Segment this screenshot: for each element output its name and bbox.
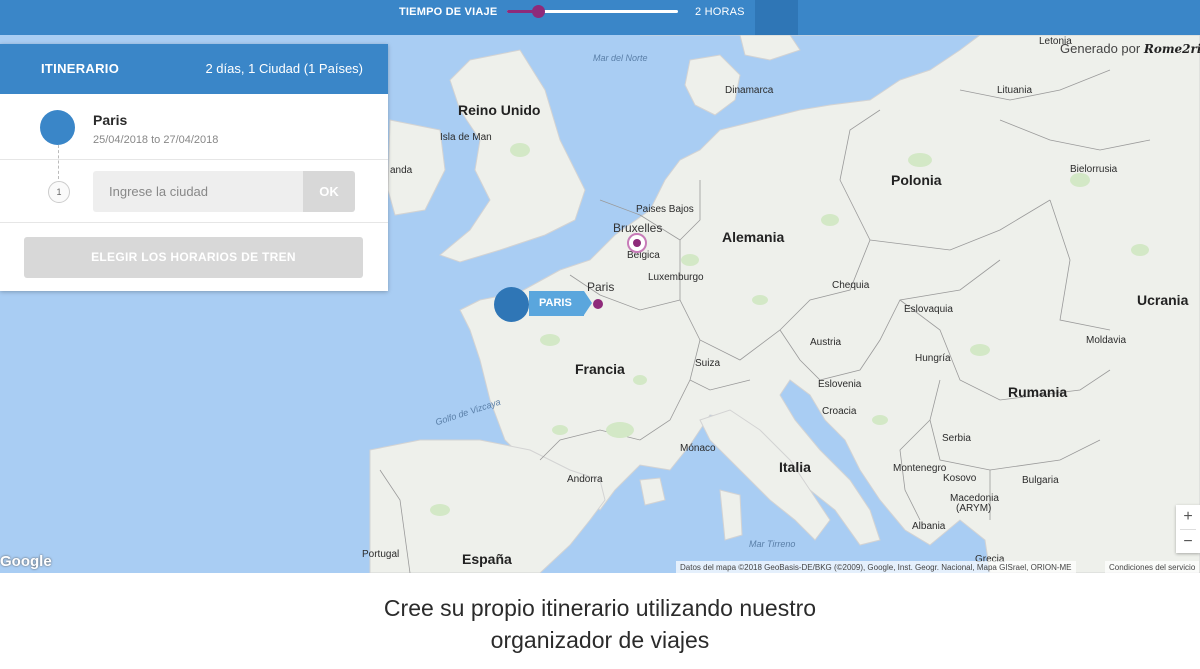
divider — [0, 159, 388, 160]
itinerary-title: ITINERARIO — [41, 61, 120, 76]
map-label: Reino Unido — [458, 102, 541, 118]
map-label: Alemania — [722, 229, 785, 245]
city-input[interactable] — [93, 171, 304, 212]
map-label: Eslovenia — [818, 379, 862, 390]
tagline-line2: organizador de viajes — [490, 627, 710, 653]
map-label: Paises Bajos — [636, 204, 694, 215]
map-label: Albania — [912, 521, 946, 532]
map-label: Mar Tirreno — [749, 539, 796, 549]
map-attribution: Datos del mapa ©2018 GeoBasis-DE/BKG (©2… — [676, 561, 1076, 573]
map-label: Luxemburgo — [648, 272, 704, 283]
map-label: Kosovo — [943, 473, 977, 484]
divider — [0, 222, 388, 223]
map-label: Austria — [810, 337, 842, 348]
map-label: Bulgaria — [1022, 475, 1059, 486]
map-label: Mar del Norte — [593, 53, 648, 63]
map-label: Dinamarca — [725, 85, 774, 96]
map-label: Andorra — [567, 474, 603, 485]
step-number: 1 — [48, 181, 70, 203]
map-label: Rumania — [1008, 384, 1068, 400]
itinerary-summary: 2 días, 1 Ciudad (1 Países) — [205, 61, 363, 76]
travel-time-slider[interactable] — [507, 5, 678, 18]
ok-button[interactable]: OK — [303, 171, 355, 212]
map-label: Lituania — [997, 85, 1033, 96]
city-dates: 25/04/2018 to 27/04/2018 — [93, 134, 219, 146]
travel-time-value: 2 HORAS — [695, 6, 745, 18]
travel-time-label: TIEMPO DE VIAJE — [399, 6, 498, 18]
map-label: Ucrania — [1137, 292, 1189, 308]
rome2rio-logo[interactable]: Rome2rio — [1144, 42, 1200, 56]
tagline-line1: Cree su propio itinerario utilizando nue… — [383, 595, 817, 621]
map-label: Polonia — [891, 172, 942, 188]
zoom-control: + − — [1176, 505, 1200, 553]
terms-link[interactable]: Condiciones del servicio — [1105, 561, 1200, 573]
map-label: Moldavia — [1086, 335, 1127, 346]
map-label: Italia — [779, 459, 811, 475]
itinerary-panel: ITINERARIO 2 días, 1 Ciudad (1 Países) P… — [0, 44, 388, 291]
generated-by: Generado por Rome2rio — [1060, 41, 1200, 56]
city-name[interactable]: Paris — [93, 112, 127, 128]
map-label: Francia — [575, 361, 625, 377]
map-label: Mónaco — [680, 443, 716, 454]
paris-city-dot[interactable] — [593, 299, 603, 309]
map-label: Serbia — [942, 433, 971, 444]
bruxelles-marker-dot — [633, 239, 641, 247]
paris-marker[interactable] — [494, 287, 529, 322]
timeline-connector — [58, 145, 59, 179]
map-label: Chequia — [832, 280, 870, 291]
generated-by-text: Generado por — [1060, 41, 1141, 56]
top-bar: TIEMPO DE VIAJE 2 HORAS — [0, 0, 1200, 35]
topbar-tab[interactable] — [755, 0, 798, 35]
map-label: Suiza — [695, 358, 721, 369]
map-label: Eslovaquia — [904, 304, 953, 315]
map-label: (ARYM) — [956, 503, 992, 514]
city-stop-icon — [40, 110, 75, 145]
map-label: Montenegro — [893, 463, 947, 474]
zoom-out-button[interactable]: − — [1176, 530, 1200, 554]
google-logo[interactable]: Google — [0, 553, 52, 570]
map-label: Croacia — [822, 406, 857, 417]
map-label: Bielorrusia — [1070, 164, 1118, 175]
map-label: Portugal — [362, 549, 400, 560]
map-label: Isla de Man — [440, 132, 492, 143]
itinerary-header: ITINERARIO 2 días, 1 Ciudad (1 Países) — [0, 44, 388, 94]
map-label: anda — [390, 165, 413, 176]
train-schedules-button[interactable]: ELEGIR LOS HORARIOS DE TREN — [24, 237, 363, 278]
paris-marker-label[interactable]: PARIS — [529, 291, 592, 316]
slider-thumb[interactable] — [532, 5, 545, 18]
map-label: Hungría — [915, 353, 951, 364]
zoom-in-button[interactable]: + — [1176, 505, 1200, 529]
map-label: España — [462, 551, 512, 567]
tagline: Cree su propio itinerario utilizando nue… — [0, 592, 1200, 656]
